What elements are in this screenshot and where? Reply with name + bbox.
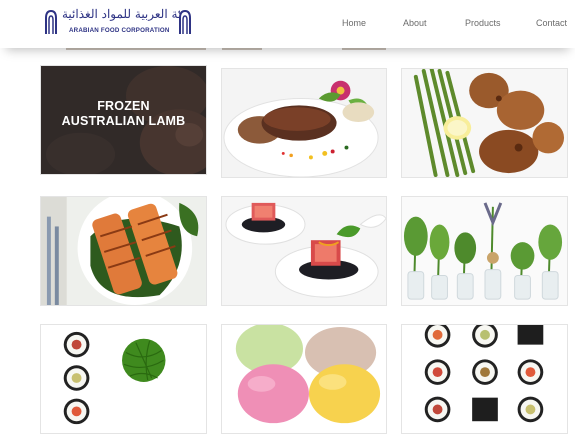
nav-products-link[interactable]: Products: [465, 18, 501, 28]
tile-title: FROZEN AUSTRALIAN LAMB: [61, 99, 186, 128]
sushi-rolls-image: [402, 325, 567, 433]
product-tile[interactable]: [401, 324, 568, 434]
main-nav: Home About Products Contact: [0, 18, 575, 32]
product-tile[interactable]: [221, 68, 387, 178]
product-tile[interactable]: [401, 68, 568, 178]
mochi-image: [222, 325, 386, 433]
site-header: الشركة العربية للمواد الغذائية ARABIAN F…: [0, 0, 575, 48]
grilled-salmon-image: [41, 197, 206, 305]
product-tile[interactable]: [40, 196, 207, 306]
chicken-asparagus-image: [402, 69, 567, 177]
product-tile[interactable]: [40, 324, 207, 434]
product-tile[interactable]: [401, 196, 568, 306]
seared-foie-gras-image: [222, 69, 386, 177]
nav-contact-link[interactable]: Contact: [536, 18, 567, 28]
product-tile[interactable]: [221, 324, 387, 434]
tuna-caviar-spoons-image: [222, 197, 386, 305]
product-tile-frozen-lamb[interactable]: FROZEN AUSTRALIAN LAMB: [40, 65, 207, 175]
product-tile[interactable]: [221, 196, 387, 306]
nav-home-link[interactable]: Home: [342, 18, 366, 28]
herbs-in-vases-image: [402, 197, 567, 305]
sushi-seaweed-salad-image: [41, 325, 206, 433]
nav-about-link[interactable]: About: [403, 18, 427, 28]
